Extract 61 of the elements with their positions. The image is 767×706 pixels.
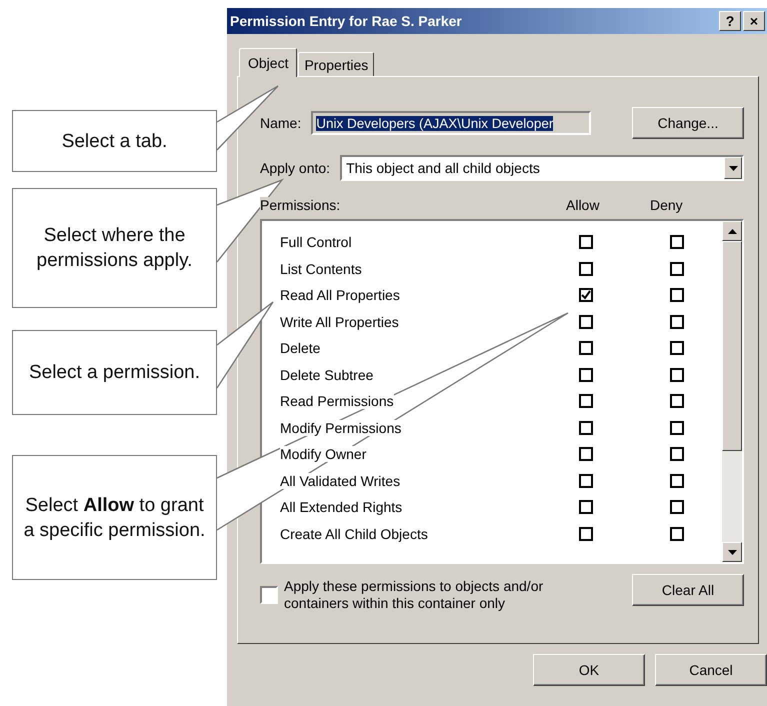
- permission-name[interactable]: All Validated Writes: [280, 472, 400, 489]
- deny-checkbox[interactable]: [670, 368, 684, 382]
- callout-text: Select Allow to grant a specific permission.: [22, 494, 206, 542]
- allow-checkbox[interactable]: [579, 500, 593, 514]
- callout-text: Select where the permissions apply.: [36, 224, 194, 273]
- callout-text: Select a tab.: [62, 130, 168, 154]
- deny-checkbox[interactable]: [670, 474, 684, 488]
- permission-name[interactable]: Full Control: [280, 234, 352, 250]
- dialog-button[interactable]: OK: [533, 654, 645, 686]
- deny-checkbox[interactable]: [670, 500, 684, 514]
- permission-name[interactable]: Create All Child Objects: [280, 526, 428, 542]
- permission-name[interactable]: Read Permissions: [280, 393, 394, 410]
- deny-checkbox[interactable]: [670, 526, 684, 541]
- deny-checkbox[interactable]: [670, 262, 684, 276]
- permission-name[interactable]: Delete Subtree: [280, 366, 374, 383]
- deny-checkbox[interactable]: [670, 394, 684, 408]
- allow-checkbox[interactable]: [579, 288, 593, 302]
- column-header: Deny: [650, 197, 683, 213]
- permission-name[interactable]: Modify Permissions: [280, 420, 402, 436]
- permission-name[interactable]: List Contents: [280, 260, 362, 277]
- help-button[interactable]: ?: [719, 11, 741, 31]
- apply-onto-label: Apply onto:: [260, 160, 330, 176]
- callout-text: Select a permission.: [28, 361, 200, 385]
- allow-checkbox[interactable]: [579, 341, 593, 356]
- allow-checkbox[interactable]: [579, 420, 593, 435]
- permission-name[interactable]: Read All Properties: [280, 287, 400, 304]
- permission-name[interactable]: Write All Properties: [280, 314, 399, 330]
- dropdown-arrow-icon: [728, 166, 738, 170]
- close-button[interactable]: ×: [743, 11, 765, 31]
- tab[interactable]: Properties: [298, 52, 374, 76]
- deny-checkbox[interactable]: [670, 235, 684, 250]
- allow-checkbox[interactable]: [579, 526, 593, 541]
- checkbox[interactable]: [260, 586, 278, 604]
- scroll-down-icon: [728, 550, 736, 554]
- deny-checkbox[interactable]: [670, 288, 684, 302]
- dialog-button[interactable]: Cancel: [655, 654, 767, 686]
- deny-checkbox[interactable]: [670, 420, 684, 435]
- column-header: Allow: [566, 197, 600, 213]
- allow-checkbox[interactable]: [579, 235, 593, 250]
- allow-checkbox[interactable]: [579, 314, 593, 329]
- tab[interactable]: Object: [239, 48, 298, 77]
- allow-checkbox[interactable]: [579, 262, 593, 276]
- deny-checkbox[interactable]: [670, 314, 684, 329]
- apply-onto-dropdown[interactable]: This object and all child objects: [340, 155, 744, 181]
- permissions-label: Permissions:: [260, 197, 340, 213]
- permission-name[interactable]: Modify Owner: [280, 446, 366, 462]
- deny-checkbox[interactable]: [670, 341, 684, 356]
- allow-checkbox[interactable]: [579, 447, 593, 462]
- permission-name[interactable]: Delete: [280, 340, 320, 356]
- allow-checkbox[interactable]: [579, 368, 593, 382]
- checkbox-label: Apply these permissions to objects and/or containers within this container only: [284, 578, 544, 612]
- change-button[interactable]: Change...: [632, 107, 744, 139]
- scrollbar[interactable]: [722, 221, 742, 562]
- allow-checkbox[interactable]: [579, 394, 593, 408]
- deny-checkbox[interactable]: [670, 447, 684, 462]
- window-title: Permission Entry for Rae S. Parker: [230, 13, 462, 29]
- permission-name[interactable]: All Extended Rights: [280, 499, 402, 516]
- name-label: Name:: [260, 115, 302, 131]
- clear-all-button[interactable]: Clear All: [632, 574, 744, 606]
- scroll-up-icon: [728, 228, 736, 234]
- allow-checkbox[interactable]: [579, 474, 593, 488]
